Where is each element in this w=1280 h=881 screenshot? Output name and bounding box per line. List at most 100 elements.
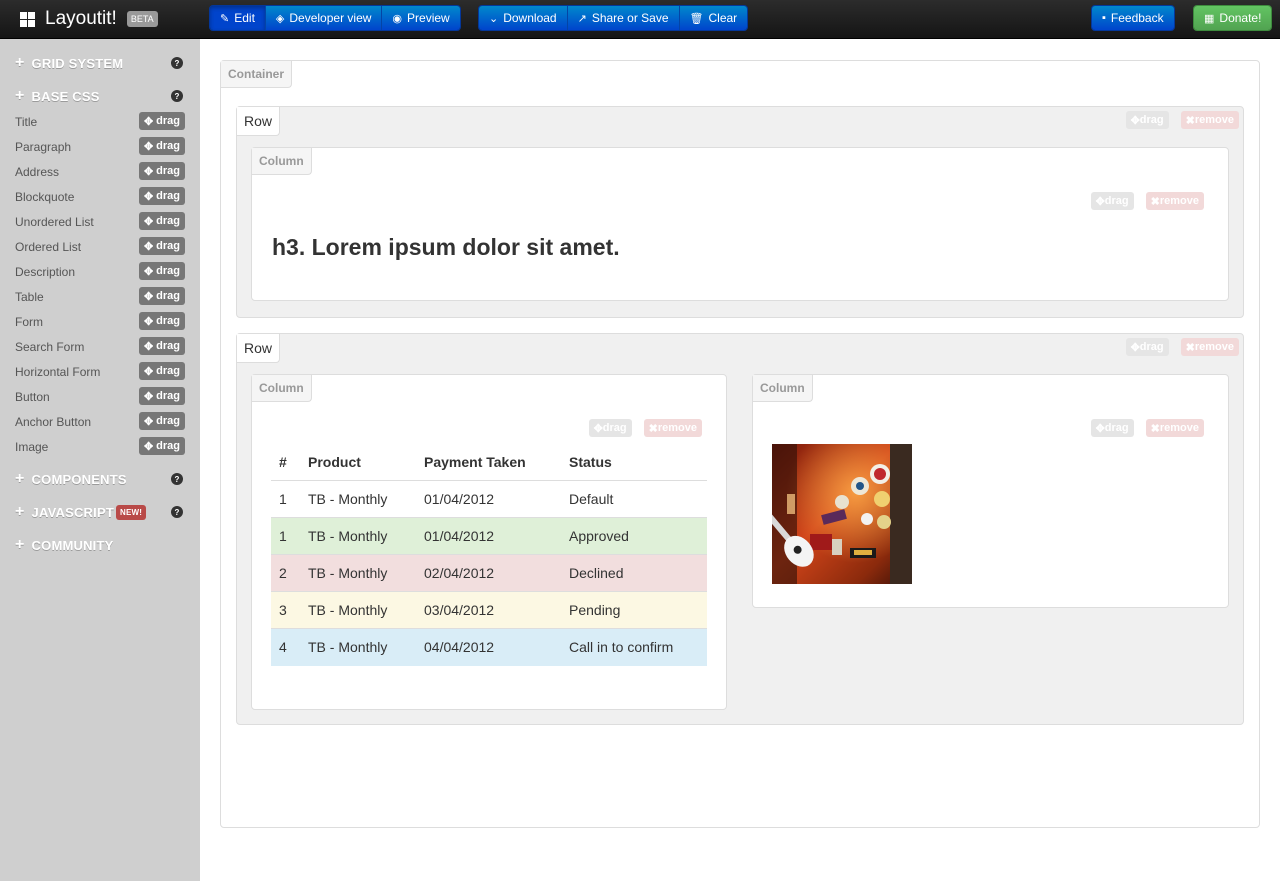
column-label: Column — [252, 148, 312, 175]
donate-button-group: ▦ Donate! — [1193, 5, 1273, 31]
beta-badge: BETA — [126, 11, 158, 27]
component-item[interactable]: Search Form ✥ drag — [15, 337, 185, 357]
drag-handle[interactable]: ✥ drag — [1125, 338, 1169, 356]
table-cell: 1 — [271, 517, 300, 555]
layout-column[interactable]: Column ✥ drag ✖ remove h3. Lorem ipsum dol… — [251, 147, 1229, 301]
component-item[interactable]: Unordered List ✥ drag — [15, 212, 185, 232]
remove-button[interactable]: ✖ remove — [1180, 338, 1239, 356]
component-item-label: Paragraph — [15, 140, 72, 154]
remove-label: remove — [1194, 114, 1234, 126]
layout-row[interactable]: Row ✥ drag ✖ remove Column ✥ drag ✖ remove h… — [236, 106, 1244, 318]
drag-button[interactable]: ✥ drag — [138, 312, 185, 330]
component-item[interactable]: Title ✥ drag — [15, 112, 185, 132]
share-or-save-button[interactable]: ↗ Share or Save — [567, 6, 680, 30]
component-item[interactable]: Address ✥ drag — [15, 162, 185, 182]
table-cell: TB - Monthly — [300, 480, 416, 518]
section-community-label: COMMUNITY — [31, 537, 114, 553]
table-body: 1 TB - Monthly 01/04/2012 Default 1 TB - Mont… — [271, 480, 707, 666]
table-header-row: # Product Payment Taken Status — [271, 445, 707, 481]
developer-view-button[interactable]: ◈ Developer view — [265, 6, 383, 30]
drag-button[interactable]: ✥ drag — [138, 212, 185, 230]
column-controls: ✥ drag ✖ remove — [1090, 419, 1204, 437]
drag-button[interactable]: ✥ drag — [138, 187, 185, 205]
comment-icon: ▪ — [1102, 12, 1106, 24]
help-icon[interactable]: ? — [171, 506, 183, 518]
component-item[interactable]: Ordered List ✥ drag — [15, 237, 185, 257]
edit-button[interactable]: ✎ Edit — [210, 6, 266, 30]
layout-column[interactable]: Column ✥ drag ✖ remove — [752, 374, 1229, 608]
component-item[interactable]: Horizontal Form ✥ drag — [15, 362, 185, 382]
drag-button[interactable]: ✥ drag — [138, 162, 185, 180]
drag-button[interactable]: ✥ drag — [138, 437, 185, 455]
drag-button[interactable]: ✥ drag — [138, 412, 185, 430]
component-item[interactable]: Image ✥ drag — [15, 437, 185, 457]
table-cell: 3 — [271, 591, 300, 629]
drag-button[interactable]: ✥ drag — [138, 287, 185, 305]
drag-button[interactable]: ✥ drag — [138, 262, 185, 280]
sidebar: + GRID SYSTEM ? + BASE CSS ? Title ✥ drag P… — [0, 39, 200, 881]
remove-button[interactable]: ✖ remove — [643, 419, 702, 437]
drag-button[interactable]: ✥ drag — [138, 137, 185, 155]
component-item[interactable]: Button ✥ drag — [15, 387, 185, 407]
remove-button[interactable]: ✖ remove — [1180, 111, 1239, 129]
component-item-label: Button — [15, 390, 50, 404]
move-icon: ✥ — [143, 165, 154, 178]
drag-button[interactable]: ✥ drag — [138, 387, 185, 405]
drag-handle[interactable]: ✥ drag — [1125, 111, 1169, 129]
column-controls: ✥ drag ✖ remove — [588, 419, 702, 437]
drag-label: drag — [156, 290, 180, 302]
column-label: Column — [252, 375, 312, 402]
help-icon[interactable]: ? — [171, 90, 183, 102]
component-item-label: Image — [15, 440, 49, 454]
drag-button[interactable]: ✥ drag — [138, 112, 185, 130]
move-icon: ✥ — [1130, 114, 1140, 127]
table-header-cell: Product — [300, 445, 416, 481]
help-icon[interactable]: ? — [171, 473, 183, 485]
preview-button[interactable]: ◉ Preview — [382, 6, 460, 30]
remove-button[interactable]: ✖ remove — [1145, 419, 1204, 437]
remove-button[interactable]: ✖ remove — [1145, 192, 1204, 210]
plus-icon: + — [15, 87, 25, 104]
drag-handle[interactable]: ✥ drag — [588, 419, 632, 437]
component-item[interactable]: Form ✥ drag — [15, 312, 185, 332]
clear-button[interactable]: 🗑 Clear — [679, 6, 748, 30]
section-javascript[interactable]: + JAVASCRIPT NEW! ? — [15, 503, 185, 521]
component-item[interactable]: Table ✥ drag — [15, 287, 185, 307]
download-button[interactable]: ⌄ Download — [479, 6, 568, 30]
section-components[interactable]: + COMPONENTS ? — [15, 470, 185, 488]
drag-handle[interactable]: ✥ drag — [1090, 419, 1134, 437]
help-icon[interactable]: ? — [171, 57, 183, 69]
feedback-button[interactable]: ▪ Feedback — [1092, 6, 1174, 30]
drag-label: drag — [156, 165, 180, 177]
layout-row[interactable]: Row ✥ drag ✖ remove Column ✥ drag ✖ remove #… — [236, 333, 1244, 725]
layout-column[interactable]: Column ✥ drag ✖ remove # Product Payment T… — [251, 374, 727, 710]
drag-button[interactable]: ✥ drag — [138, 237, 185, 255]
clear-label: Clear — [708, 11, 738, 25]
drag-label: drag — [1104, 195, 1129, 207]
component-item[interactable]: Description ✥ drag — [15, 262, 185, 282]
component-item-label: Description — [15, 265, 76, 279]
move-icon: ✥ — [143, 440, 154, 453]
component-item[interactable]: Blockquote ✥ drag — [15, 187, 185, 207]
section-grid-system[interactable]: + GRID SYSTEM ? — [15, 54, 185, 72]
brand[interactable]: Layoutit! BETA — [20, 8, 158, 30]
layout-container[interactable]: Container Row ✥ drag ✖ remove Column ✥ drag… — [220, 60, 1260, 828]
donate-button[interactable]: ▦ Donate! — [1194, 6, 1272, 30]
drag-label: drag — [156, 240, 180, 252]
component-item[interactable]: Paragraph ✥ drag — [15, 137, 185, 157]
table-cell: Declined — [561, 554, 707, 592]
component-item[interactable]: Anchor Button ✥ drag — [15, 412, 185, 432]
gift-icon: ▦ — [1204, 12, 1215, 25]
drag-handle[interactable]: ✥ drag — [1090, 192, 1134, 210]
drag-label: drag — [1139, 341, 1164, 353]
table-row: 2 TB - Monthly 02/04/2012 Declined — [271, 554, 707, 592]
drag-button[interactable]: ✥ drag — [138, 337, 185, 355]
section-base-css[interactable]: + BASE CSS ? — [15, 87, 185, 105]
new-badge: NEW! — [115, 504, 147, 520]
drag-label: drag — [156, 315, 180, 327]
section-community[interactable]: + COMMUNITY — [15, 536, 185, 554]
table-row: 3 TB - Monthly 03/04/2012 Pending — [271, 591, 707, 629]
eye-icon: ◉ — [392, 12, 403, 25]
table-cell: Default — [561, 480, 707, 518]
drag-button[interactable]: ✥ drag — [138, 362, 185, 380]
